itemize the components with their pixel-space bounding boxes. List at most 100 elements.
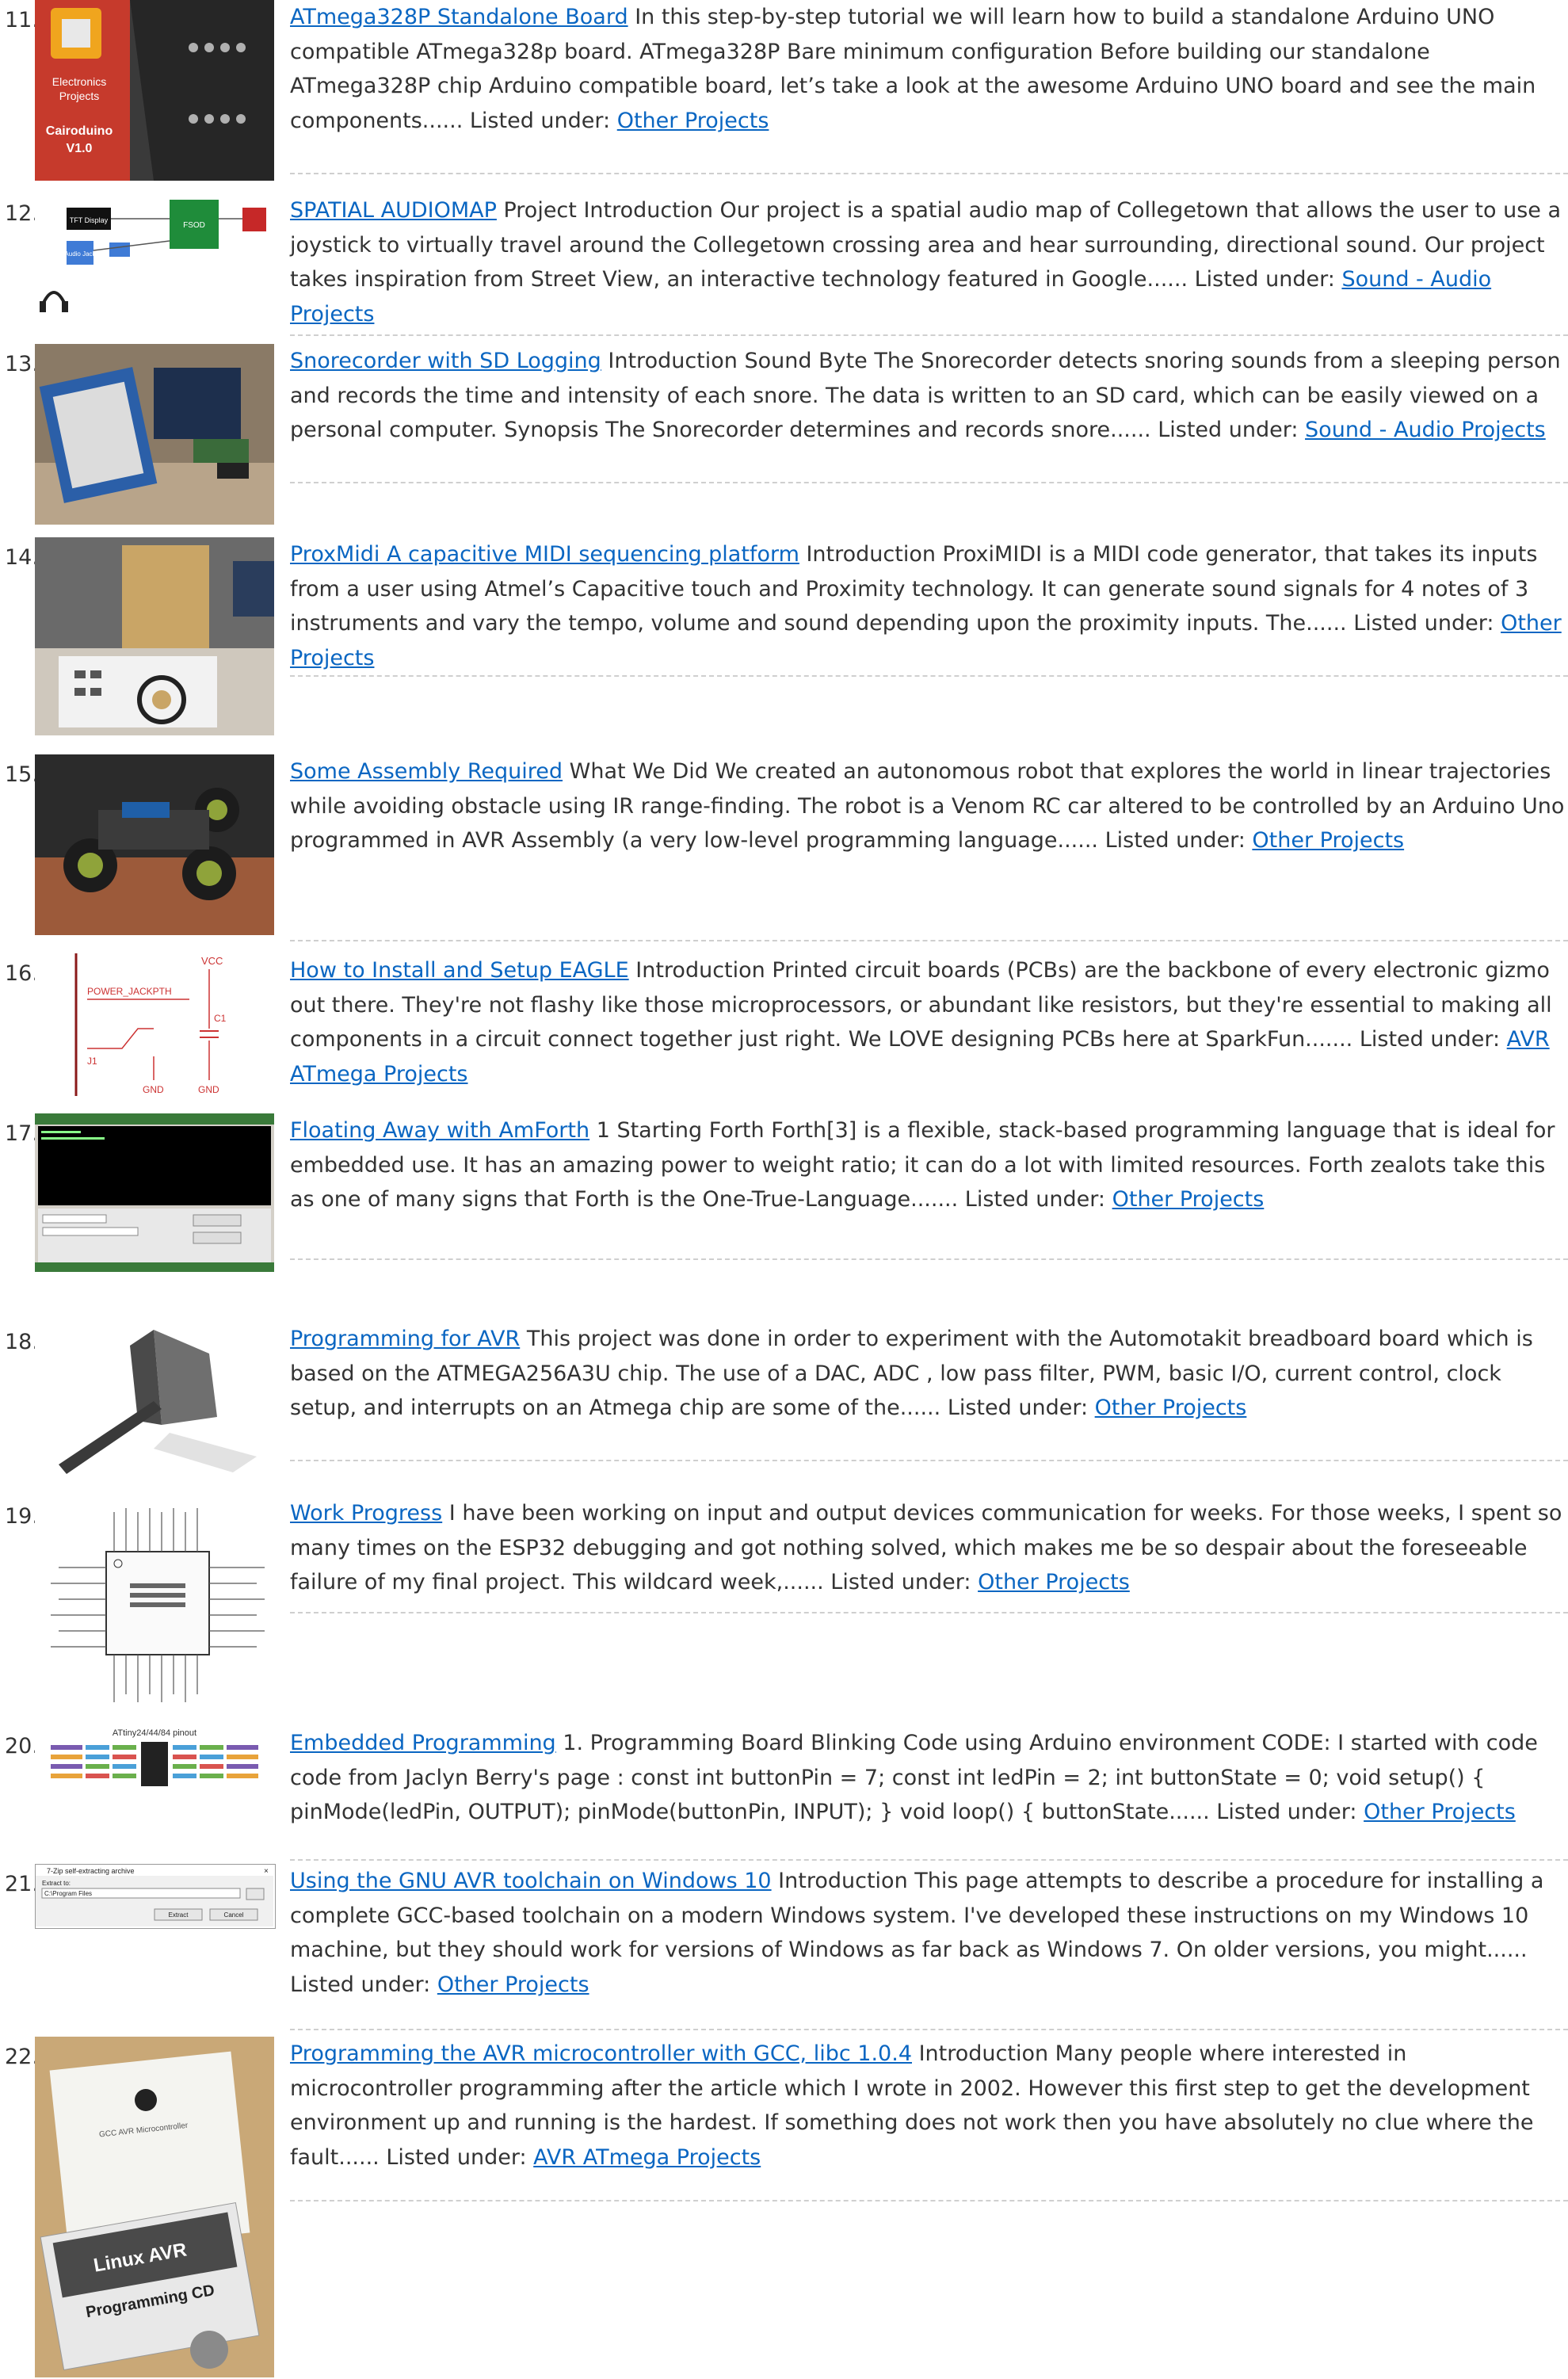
project-thumbnail[interactable]	[35, 1322, 274, 1477]
project-title-link[interactable]: ProxMidi A capacitive MIDI sequencing pl…	[290, 542, 799, 567]
thumb-text: Cancel	[224, 1911, 244, 1919]
list-item: 18. Programming for AVR This project was…	[0, 1322, 1568, 1480]
thumb-text: Projects	[59, 90, 100, 102]
project-title-link[interactable]: Programming the AVR microcontroller with…	[290, 2041, 912, 2066]
project-title-link[interactable]: Programming for AVR	[290, 1327, 520, 1351]
category-link[interactable]: Other Projects	[617, 109, 769, 133]
separator	[290, 173, 1568, 174]
item-number: 13.	[5, 352, 39, 376]
project-title-link[interactable]: Work Progress	[290, 1501, 442, 1526]
list-item: 16. VCC POWER_JACKPTH C1 J1 GND GND How …	[0, 953, 1568, 1104]
separator	[290, 1258, 1568, 1260]
thumb-text: Extract to:	[42, 1880, 71, 1887]
thumb-text: 7-Zip self-extracting archive	[47, 1867, 135, 1875]
item-number: 14.	[5, 545, 39, 570]
item-description: ProxMidi A capacitive MIDI sequencing pl…	[290, 537, 1567, 675]
list-item: 15. Some Assembly Required What We Did W…	[0, 754, 1568, 941]
listed-under-label: Listed under:	[1158, 418, 1299, 442]
list-item: 19. Work Progress I have been working on…	[0, 1496, 1568, 1726]
thumb-text: Electronics	[52, 75, 106, 88]
project-thumbnail[interactable]: ATtiny24/44/84 pinout	[35, 1726, 274, 1789]
separator	[290, 482, 1568, 483]
project-title-link[interactable]: How to Install and Setup EAGLE	[290, 958, 629, 983]
project-thumbnail[interactable]	[35, 344, 274, 525]
thumb-text: Cairoduino	[46, 124, 113, 138]
project-title-link[interactable]: Using the GNU AVR toolchain on Windows 1…	[290, 1869, 772, 1893]
separator	[290, 334, 1568, 336]
separator	[290, 1612, 1568, 1613]
thumb-text: GND	[198, 1084, 219, 1095]
item-number: 12.	[5, 201, 39, 226]
project-thumbnail[interactable]: TFT Display FSOD Audio Jack	[35, 193, 274, 328]
thumb-text: VCC	[201, 955, 223, 967]
category-link[interactable]: Other Projects	[1252, 828, 1404, 853]
list-item: 14. ProxMidi A capacitive MIDI sequencin…	[0, 537, 1568, 735]
listed-under-label: Listed under:	[947, 1396, 1089, 1420]
project-title-link[interactable]: SPATIAL AUDIOMAP	[290, 198, 497, 223]
project-thumbnail[interactable]: 7-Zip self-extracting archive × Extract …	[35, 1864, 276, 1929]
list-item: 17. Floating Away with AmForth 1 Startin…	[0, 1113, 1568, 1276]
category-link[interactable]: Other Projects	[1364, 1800, 1516, 1824]
project-title-link[interactable]: ATmega328P Standalone Board	[290, 5, 628, 29]
listed-under-label: Listed under:	[830, 1570, 971, 1594]
listed-under-label: Listed under:	[1104, 828, 1246, 853]
project-title-link[interactable]: Snorecorder with SD Logging	[290, 349, 601, 373]
item-description: Snorecorder with SD Logging Introduction…	[290, 344, 1567, 448]
item-description: ATmega328P Standalone Board In this step…	[290, 0, 1567, 138]
list-item: 13. Snorecorder with SD Logging Introduc…	[0, 344, 1568, 526]
project-list: 11. Electronics Projects Cairoduino V1.0…	[0, 0, 1568, 2379]
separator	[290, 1859, 1568, 1861]
project-thumbnail[interactable]	[35, 1496, 274, 1710]
item-description: Using the GNU AVR toolchain on Windows 1…	[290, 1864, 1567, 2002]
listed-under-label: Listed under:	[1194, 267, 1335, 292]
thumb-text: J1	[87, 1056, 97, 1067]
project-thumbnail[interactable]: VCC POWER_JACKPTH C1 J1 GND GND	[35, 953, 274, 1096]
separator	[290, 675, 1568, 677]
listed-under-label: Listed under:	[469, 108, 611, 133]
item-description: Embedded Programming 1. Programming Boar…	[290, 1726, 1567, 1830]
project-thumbnail[interactable]: GCC AVR Microcontroller Linux AVR Progra…	[35, 2037, 274, 2377]
item-number: 21.	[5, 1872, 39, 1896]
item-description: Programming for AVR This project was don…	[290, 1322, 1567, 1426]
project-title-link[interactable]: Some Assembly Required	[290, 759, 563, 784]
project-thumbnail[interactable]	[35, 1113, 274, 1272]
category-link[interactable]: Other Projects	[437, 1972, 589, 1997]
category-link[interactable]: Other Projects	[978, 1570, 1130, 1594]
category-link[interactable]: Other Projects	[1095, 1396, 1247, 1420]
project-title-link[interactable]: Floating Away with AmForth	[290, 1118, 589, 1143]
list-item: 20. ATtiny24/44/84 pinout Embedded Progr…	[0, 1726, 1568, 1861]
thumb-text: Extract	[169, 1911, 189, 1919]
listed-under-label: Listed under:	[1353, 611, 1494, 636]
separator	[290, 940, 1568, 941]
item-number: 15.	[5, 762, 39, 787]
category-link[interactable]: Other Projects	[1112, 1187, 1265, 1212]
category-link[interactable]: AVR ATmega Projects	[533, 2145, 761, 2170]
project-thumbnail[interactable]	[35, 754, 274, 935]
project-thumbnail[interactable]	[35, 537, 274, 735]
thumb-text: V1.0	[67, 142, 93, 155]
thumb-text: C:\Program Files	[44, 1890, 92, 1897]
item-number: 17.	[5, 1121, 39, 1146]
item-description: SPATIAL AUDIOMAP Project Introduction Ou…	[290, 193, 1567, 331]
thumb-text: ATtiny24/44/84 pinout	[113, 1728, 196, 1738]
item-description: Floating Away with AmForth 1 Starting Fo…	[290, 1113, 1567, 1217]
listed-under-label: Listed under:	[1359, 1027, 1501, 1052]
project-thumbnail[interactable]: Electronics Projects Cairoduino V1.0	[35, 0, 274, 181]
separator	[290, 1460, 1568, 1461]
thumb-text: GND	[143, 1084, 164, 1095]
thumb-text: Audio Jack	[64, 250, 96, 258]
thumb-text: C1	[214, 1013, 227, 1024]
close-icon: ×	[264, 1867, 269, 1876]
item-description: How to Install and Setup EAGLE Introduct…	[290, 953, 1567, 1091]
item-number: 11.	[5, 8, 39, 32]
item-number: 20.	[5, 1734, 39, 1758]
separator	[290, 2029, 1568, 2030]
list-item: 11. Electronics Projects Cairoduino V1.0…	[0, 0, 1568, 182]
project-title-link[interactable]: Embedded Programming	[290, 1731, 556, 1755]
category-link[interactable]: Sound - Audio Projects	[1305, 418, 1546, 442]
item-description: Programming the AVR microcontroller with…	[290, 2037, 1567, 2175]
thumb-text: TFT Display	[70, 216, 109, 224]
listed-under-label: Listed under:	[386, 2144, 527, 2170]
item-description: Some Assembly Required What We Did We cr…	[290, 754, 1567, 858]
thumb-text: POWER_JACKPTH	[87, 986, 172, 997]
